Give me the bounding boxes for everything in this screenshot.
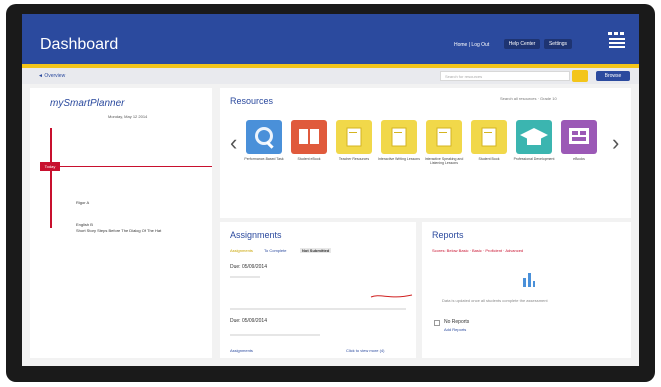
resource-tile[interactable] (336, 120, 372, 154)
resources-panel: Resources Search all resources · Grade 1… (220, 88, 631, 218)
reports-legend: Scores: Below Basic · Basic · Proficient… (432, 248, 524, 253)
screen-icon (569, 128, 589, 144)
planner-panel: mySmartPlanner Monday, May 12 2014 Today… (30, 88, 212, 358)
resource-tile[interactable] (471, 120, 507, 154)
search-button[interactable] (572, 70, 588, 82)
tab-assignments[interactable]: Assignments (230, 248, 253, 253)
search-badge-icon (255, 127, 274, 149)
tab-to-complete[interactable]: To Complete (264, 248, 286, 253)
resource-tile-label[interactable]: eBooks (557, 157, 601, 161)
resource-tile[interactable] (426, 120, 462, 154)
divider (230, 308, 406, 310)
search-input[interactable]: Search for resources (440, 71, 570, 81)
planner-date[interactable]: Monday, May 12 2014 (108, 114, 147, 119)
planner-event[interactable]: English B (76, 222, 93, 227)
tab-not-submitted[interactable]: Not Submitted (300, 248, 332, 253)
resources-title: Resources (230, 96, 274, 106)
resource-tile-label[interactable]: Student eBook (287, 157, 331, 161)
today-tag: Today (40, 162, 60, 171)
header-bar: Dashboard Home | Log Out Help Center Set… (22, 14, 639, 68)
red-annotation-icon (370, 294, 413, 298)
resource-tile[interactable] (291, 120, 327, 154)
resources-filter[interactable]: Search all resources · Grade 10 (500, 96, 557, 101)
breadcrumb[interactable]: ◄ Overview (38, 73, 65, 79)
app-screen: Dashboard Home | Log Out Help Center Set… (22, 14, 639, 366)
today-marker-line (50, 128, 52, 228)
document-icon (346, 127, 362, 147)
no-reports-label: No Reports (444, 319, 470, 325)
help-center-button[interactable]: Help Center (504, 39, 540, 49)
assignment-detail (230, 334, 320, 336)
document-icon (436, 127, 452, 147)
resource-tile[interactable] (561, 120, 597, 154)
assignment-due[interactable]: Due: 05/09/2014 (230, 318, 267, 324)
planner-event[interactable]: Short Story Steps Before The Dialog Of T… (76, 228, 161, 233)
reports-panel: Reports Scores: Below Basic · Basic · Pr… (422, 222, 631, 358)
resource-tile[interactable] (381, 120, 417, 154)
resource-tile-label[interactable]: Professional Development (512, 157, 556, 161)
reports-title: Reports (432, 230, 464, 240)
settings-button[interactable]: Settings (544, 39, 572, 49)
planner-event[interactable]: Rigor A (76, 200, 89, 205)
toolbar: ◄ Overview Search for resources Browse (22, 68, 639, 84)
assignments-footer-link[interactable]: Assignments (230, 348, 253, 353)
carousel-next-icon[interactable]: › (612, 130, 619, 156)
assignments-title: Assignments (230, 230, 282, 240)
book-icon (299, 129, 319, 144)
chart-icon (523, 273, 535, 287)
reports-note: Data is updated once all students comple… (442, 298, 548, 303)
resource-tile[interactable] (246, 120, 282, 154)
resource-tile-label[interactable]: Interactive Speaking and Listening Lesso… (422, 157, 466, 165)
resource-tile-label[interactable]: Performance-Based Task (242, 157, 286, 161)
document-icon (481, 127, 497, 147)
assignments-panel: Assignments Assignments To Complete Not … (220, 222, 416, 358)
add-reports-link[interactable]: Add Reports (444, 327, 466, 332)
view-more-link[interactable]: Click to view more (4) (346, 348, 384, 353)
checkbox-icon[interactable] (434, 320, 440, 326)
assignment-detail (230, 276, 260, 278)
today-divider (40, 166, 212, 167)
home-logout-links[interactable]: Home | Log Out (454, 42, 489, 48)
resource-tile[interactable] (516, 120, 552, 154)
carousel-prev-icon[interactable]: ‹ (230, 130, 237, 156)
assignment-due[interactable]: Due: 05/09/2014 (230, 264, 267, 270)
browse-button[interactable]: Browse (596, 71, 630, 81)
planner-title: mySmartPlanner (50, 98, 125, 109)
publisher-logo-icon (608, 32, 625, 48)
resource-tile-label[interactable]: Interactive Writing Lessons (377, 157, 421, 161)
document-icon (391, 127, 407, 147)
resource-tile-label[interactable]: Teacher Resources (332, 157, 376, 161)
graduation-cap-icon (520, 128, 548, 145)
resource-tile-label[interactable]: Student Book (467, 157, 511, 161)
page-title: Dashboard (40, 36, 119, 53)
